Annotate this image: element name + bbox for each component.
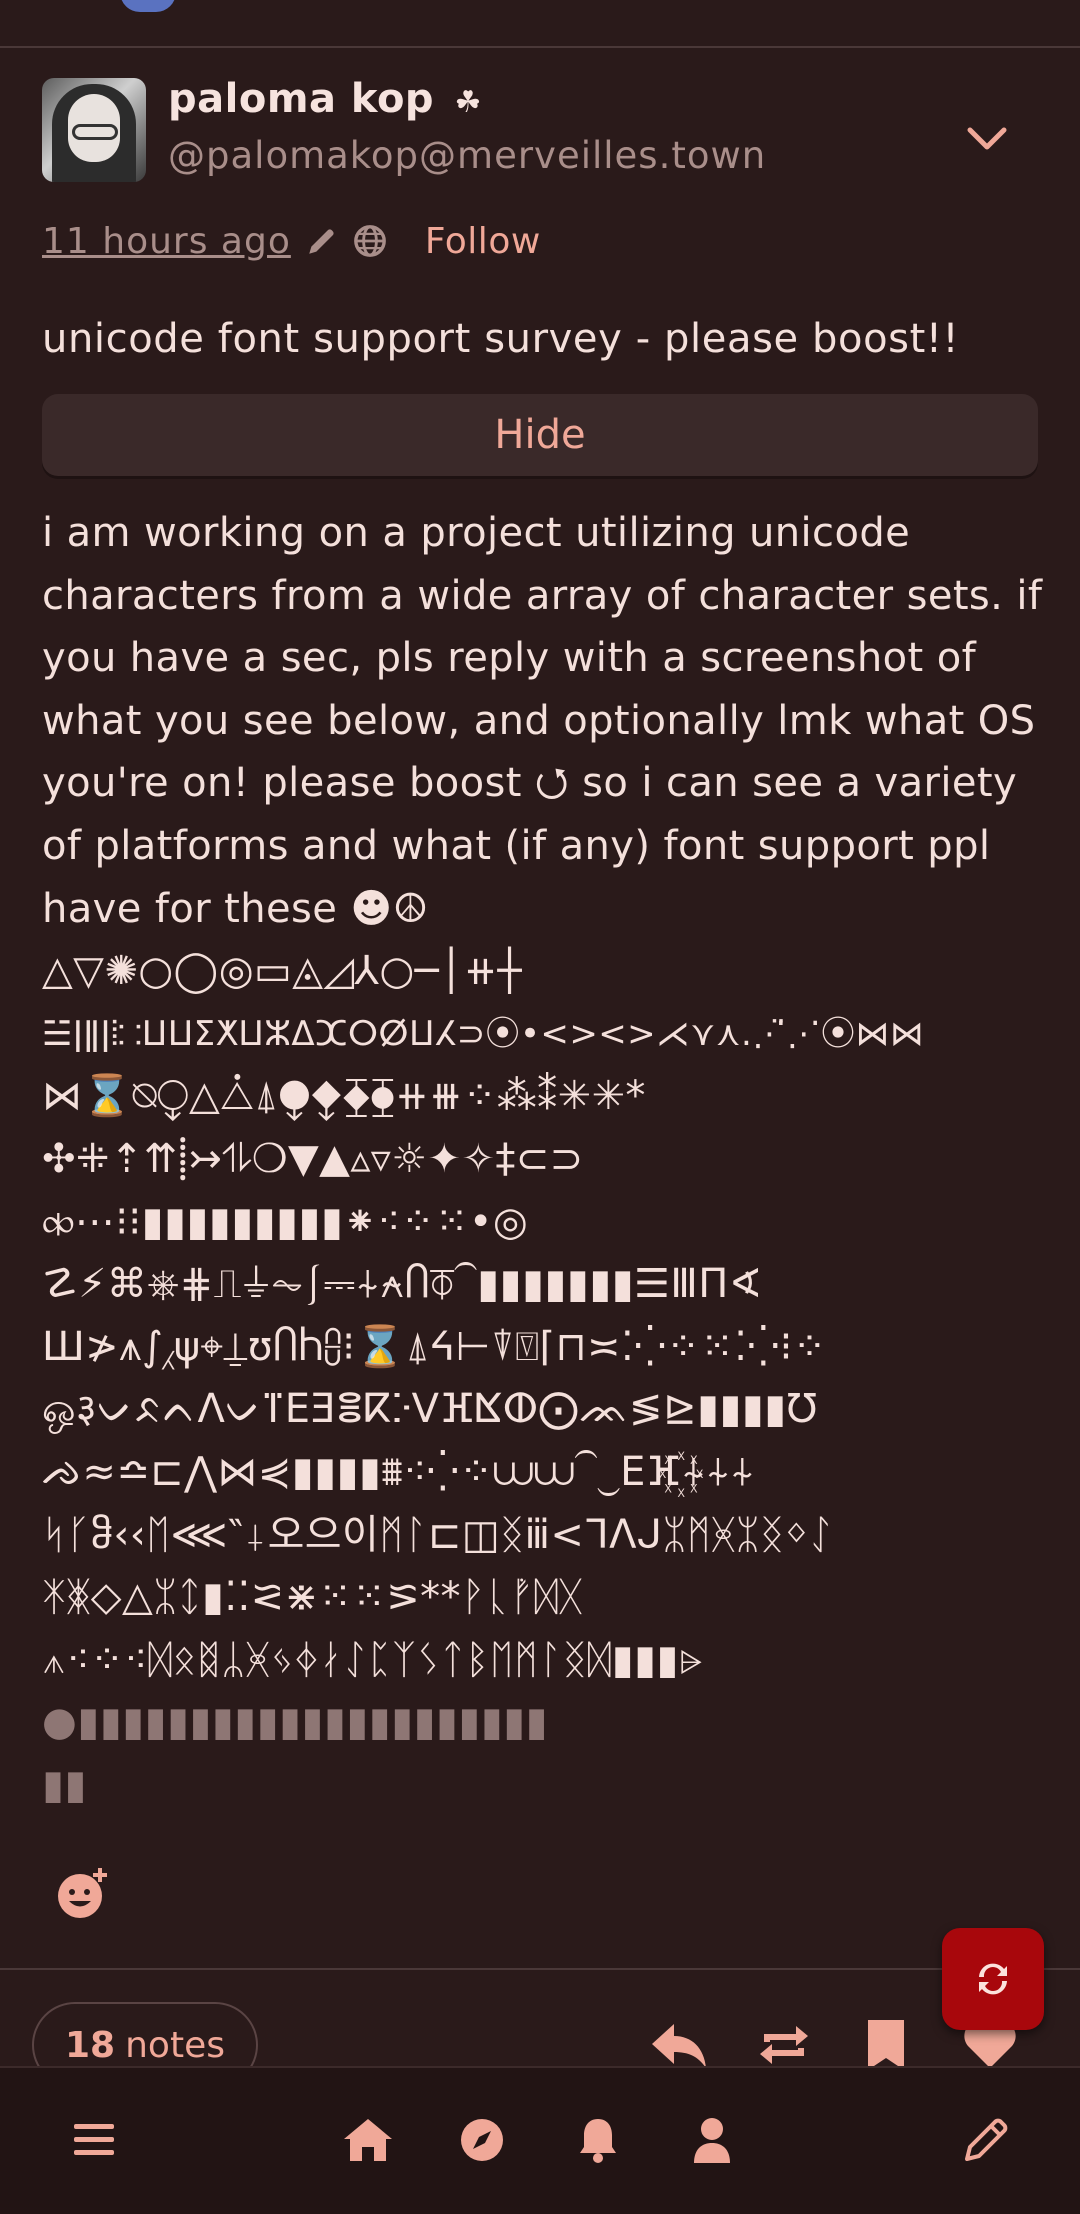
pencil-icon — [309, 229, 334, 254]
hide-button[interactable]: Hide — [42, 394, 1038, 476]
profile-icon[interactable] — [684, 2112, 740, 2168]
post-body-intro: i am working on a project utilizing unic… — [42, 510, 1056, 932]
glyph-line: Ш≯⩚∫⁁ψ⌖⍊ʊႶႹ⩉⁝⌛⍋ᔦ⊢⍒⍔⌈⊓≍⁚⁛⁘⁙⁚⁛⁝⁘ — [42, 1323, 827, 1370]
explore-icon[interactable] — [454, 2112, 510, 2168]
reply-icon[interactable] — [650, 2020, 708, 2070]
chevron-down-icon[interactable] — [962, 114, 1012, 164]
previous-post-edge — [0, 0, 1080, 48]
display-name[interactable]: paloma kop ☘ — [168, 76, 482, 122]
glyph-line: ஒ३ᨆᨅᨈⴷᨆⴶⴹⴺⴻⴽⴾⴸⴼⴿⵀ⨀ᨏ≶⊵▮▮▮▮Ʊ — [42, 1386, 818, 1433]
content-warning: unicode font support survey - please boo… — [42, 316, 960, 362]
glyph-line: ᛋᚴჵ‹‹ᛖ⋘‶⸸오으이ᛗᛚ⊏◫ᛝⅲ<ᒣᐱᒍᛯᛗᚸᛯᛝᛜᛇ — [42, 1511, 834, 1558]
account-handle[interactable]: @palomakop@merveilles.town — [168, 134, 766, 177]
glyph-line: ᨌ≈≏⊏⋀⋈⋞▮▮▮▮⩩⁖⁛⁘⩊⩊⏜⏝ⴹⴼ꙰⍭⍭⍭ — [42, 1448, 755, 1495]
glyph-line: ᛡᛤ◇△ᛯᛨ▮⁚⁚⪝⋇⁙⁙⪞**ᚹᚳᚡᛞᚷ — [42, 1574, 583, 1621]
add-reaction-icon[interactable] — [54, 1866, 110, 1922]
follow-button[interactable]: Follow — [425, 221, 541, 262]
glyph-line: ✣⁜⇡⇈⸽↣⥮❍▼▲▵▿☼✦✧‡⊂⊃ — [42, 1135, 584, 1182]
notifications-icon[interactable] — [570, 2112, 626, 2168]
avatar[interactable] — [42, 78, 146, 182]
previous-post-avatar[interactable] — [120, 0, 176, 12]
glyph-line: ▮▮ — [42, 1761, 87, 1808]
bottom-nav — [0, 2066, 1080, 2214]
home-icon[interactable] — [340, 2112, 396, 2168]
timestamp-link[interactable]: 11 hours ago — [42, 221, 291, 262]
glyph-line: △▽✺○◯◎▭◬◿⅄○─│⧺┼ — [42, 948, 523, 995]
compose-icon[interactable] — [958, 2112, 1014, 2168]
refresh-icon — [979, 1963, 1007, 1995]
refresh-button[interactable] — [942, 1928, 1044, 2030]
post-body: i am working on a project utilizing unic… — [42, 502, 1052, 1816]
glyph-line: ⩚⁖⁘⁖ᛞᛟᛥᛦᚸᛃᛄᛅᛇᛈᛉᛊᛏᛒᛖᛗᛚᛝᛞ▮▮▮⩥ — [42, 1636, 704, 1683]
glyph-line: ⧞⋯⁝⁝▮▮▮▮▮▮▮▮▮⁕⁖⁘⁙•◎ — [42, 1198, 529, 1245]
glyph-line: ☡⚡⌘⎈⋕⎍⏚⏦⎰⎓⍭⍲Ⴖ⏁⏜▮▮▮▮▮▮▮☰ⅢΠ∢ — [42, 1261, 763, 1308]
clover-icon: ☘ — [454, 85, 482, 120]
post-meta: 11 hours ago Follow — [42, 216, 541, 266]
glyph-line: ⋈⌛⍉⧬△⧊⍋⧭⧪⧱⧳⧺⧻⁘⁂⁑✳✳* — [42, 1073, 646, 1120]
bookmark-icon[interactable] — [864, 2020, 908, 2070]
boost-icon[interactable] — [756, 2020, 812, 2070]
glyph-line: ●▮▮▮▮▮▮▮▮▮▮▮▮▮▮▮▮▮▮▮▮▮ — [42, 1699, 548, 1746]
globe-icon — [353, 225, 386, 257]
menu-icon[interactable] — [66, 2112, 122, 2168]
glyph-line: ☱ǀǁǀ⦙⸬ⵡⵡⵉⵅⵡⵣⵠⵋⵔⵁⵡⵃ⊃⦿•<><>⋌⋎⋏.⋰̈⋰⦿⋈⋈ — [42, 1013, 925, 1054]
post-actions-divider — [0, 1968, 1080, 1970]
